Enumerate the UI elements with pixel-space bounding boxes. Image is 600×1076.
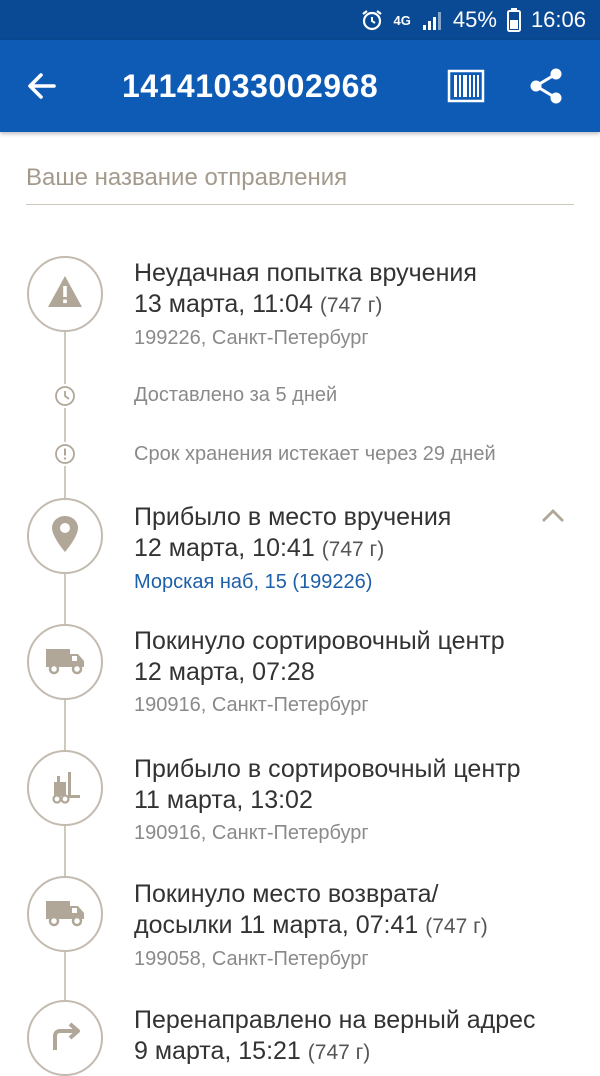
timeline-node: [27, 876, 103, 952]
warning-icon: [45, 272, 85, 317]
event-date: 12 марта, 10:41 (747 г): [134, 534, 385, 562]
tracking-number: 14141033002968: [122, 68, 379, 104]
forklift-icon: [45, 766, 85, 811]
share-icon[interactable]: [526, 66, 566, 106]
event-left-sorting-center: Покинуло сортировочный центр 12 марта, 0…: [134, 626, 574, 720]
event-location: 190916, Санкт-Петербург: [134, 694, 369, 716]
exclamation-circle-icon: [53, 442, 77, 466]
event-title: Перенаправлено на верный адрес: [134, 1006, 536, 1034]
event-date: 13 марта, 11:04 (747 г): [134, 290, 383, 318]
location-pin-icon: [47, 514, 83, 559]
timeline-node: [27, 750, 103, 826]
event-date: 9 марта, 15:21 (747 г): [134, 1037, 371, 1065]
alarm-icon: [360, 8, 384, 32]
truck-icon: [43, 642, 87, 683]
event-location: 199058, Санкт-Петербург: [134, 948, 369, 970]
battery-percent: 45%: [452, 7, 497, 32]
event-arrived-sorting-center: Прибыло в сортировочный центр 11 марта, …: [134, 754, 574, 848]
event-date: 12 марта, 07:28: [134, 658, 315, 686]
timeline-node: [27, 1000, 103, 1076]
event-redirected: Перенаправлено на верный адрес 9 марта, …: [134, 1005, 574, 1068]
redirect-arrow-icon: [45, 1016, 85, 1061]
status-bar: 4G 45% 16:06: [0, 0, 600, 40]
timeline-node: [27, 256, 103, 332]
truck-icon: [43, 894, 87, 935]
event-title: Неудачная попытка вручения: [134, 259, 477, 287]
event-date: досылки 11 марта, 07:41 (747 г): [134, 911, 488, 939]
storage-expires-text: Срок хранения истекает через 29 дней: [134, 443, 496, 465]
network-label: 4G: [393, 12, 411, 28]
delivered-in-text: Доставлено за 5 дней: [134, 384, 338, 406]
chevron-up-icon[interactable]: [540, 506, 566, 526]
back-arrow-icon[interactable]: [22, 66, 62, 106]
post-office-address-link[interactable]: Морская наб, 15 (199226): [134, 567, 574, 597]
clock-time: 16:06: [530, 7, 586, 32]
clock-icon: [53, 384, 77, 408]
event-left-return-point: Покинуло место возврата/ досылки 11 март…: [134, 879, 574, 974]
event-location: 199226, Санкт-Петербург: [134, 327, 369, 349]
shipment-name-input[interactable]: [26, 158, 574, 205]
signal-icon: [421, 9, 443, 31]
event-title: Прибыло в сортировочный центр: [134, 755, 521, 783]
app-bar: 14141033002968: [0, 40, 600, 132]
event-arrived-delivery-point: Прибыло в место вручения 12 марта, 10:41…: [134, 502, 574, 597]
event-location: 190916, Санкт-Петербург: [134, 822, 369, 844]
timeline-node: [27, 624, 103, 700]
event-title: Прибыло в место вручения: [134, 503, 452, 531]
event-date: 11 марта, 13:02: [134, 786, 313, 814]
event-title: Покинуло сортировочный центр: [134, 627, 505, 655]
event-failed-delivery: Неудачная попытка вручения 13 марта, 11:…: [134, 258, 574, 353]
event-title: Покинуло место возврата/: [134, 880, 439, 908]
barcode-icon[interactable]: [446, 66, 486, 106]
battery-icon: [506, 8, 521, 32]
timeline-node: [27, 498, 103, 574]
